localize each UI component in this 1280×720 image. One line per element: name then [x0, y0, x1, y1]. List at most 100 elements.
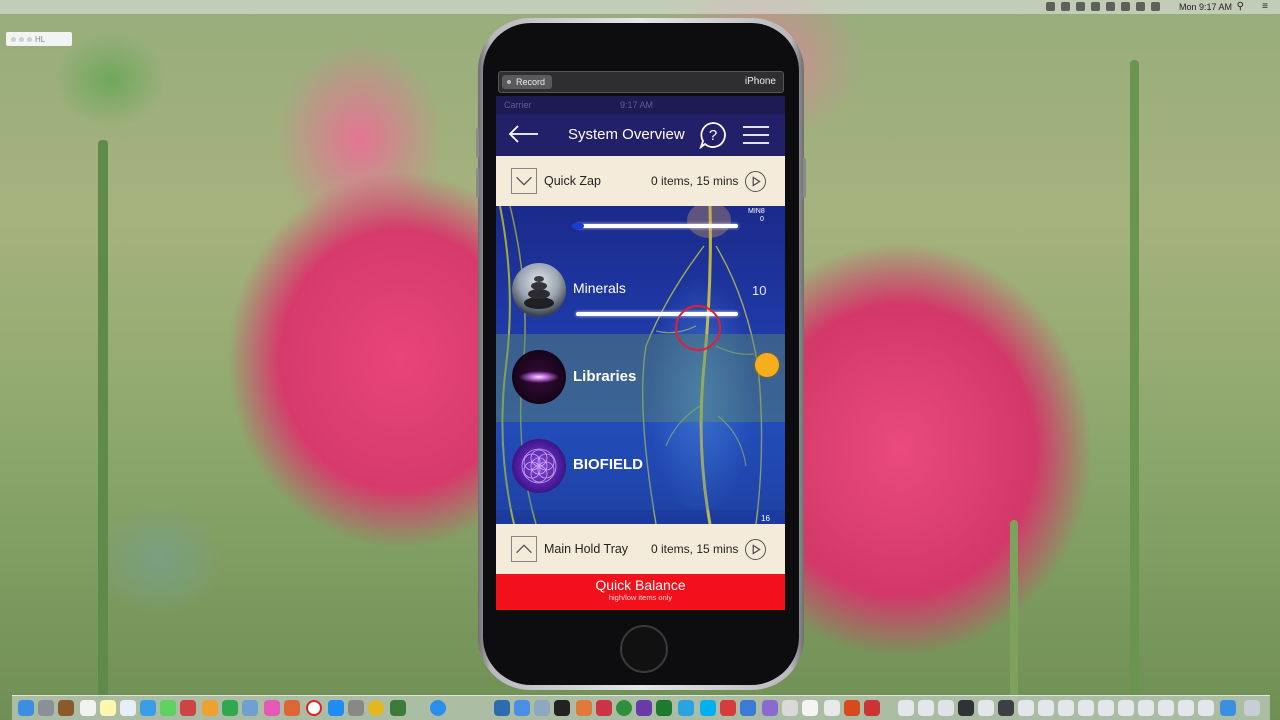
dock-app-icon[interactable] [636, 700, 652, 716]
dock-app-icon[interactable] [824, 700, 840, 716]
skype-icon[interactable] [700, 700, 716, 716]
battery-icon[interactable] [1151, 2, 1160, 11]
preview-icon[interactable] [120, 700, 136, 716]
dock-app-icon[interactable] [514, 700, 530, 716]
desktop-mini-window[interactable]: HL [6, 32, 72, 46]
category-list[interactable]: MIN8 0 Minerals 10 Libraries BIOFIELD 16 [496, 206, 785, 524]
folder-icon[interactable] [1098, 700, 1114, 716]
back-arrow-icon[interactable] [508, 125, 540, 143]
min-value-bottom: 0 [760, 216, 764, 223]
status-icon[interactable] [1061, 2, 1070, 11]
downloads-icon[interactable] [1220, 700, 1236, 716]
play-icon[interactable] [745, 171, 766, 192]
status-icon[interactable] [1106, 2, 1115, 11]
folder-icon[interactable] [1078, 700, 1094, 716]
dock-app-icon[interactable] [576, 700, 592, 716]
photos-icon[interactable] [202, 700, 218, 716]
level-slider-thumb[interactable] [572, 223, 584, 229]
help-icon[interactable]: ? [699, 121, 727, 149]
folder-icon[interactable] [1038, 700, 1054, 716]
window-zoom-icon[interactable] [27, 36, 32, 42]
min-value-top: 8 [760, 208, 765, 215]
dock-app-icon[interactable] [534, 700, 550, 716]
chevron-up-icon[interactable] [511, 536, 537, 562]
folder-icon[interactable] [1158, 700, 1174, 716]
recording-device-label[interactable]: iPhone [745, 76, 776, 87]
dock-app-icon[interactable] [720, 700, 736, 716]
numbers-icon[interactable] [222, 700, 238, 716]
system-preferences-icon[interactable] [348, 700, 364, 716]
volume-icon[interactable] [1136, 2, 1145, 11]
dock-app-icon[interactable] [740, 700, 756, 716]
messages-icon[interactable] [160, 700, 176, 716]
chrome-icon[interactable] [368, 700, 384, 716]
dock-app-icon[interactable] [306, 700, 322, 716]
status-icon[interactable] [1046, 2, 1055, 11]
dock-app-icon[interactable] [58, 700, 74, 716]
menubar-clock[interactable]: Mon 9:17 AM [1179, 2, 1232, 12]
touch-cursor-indicator [675, 305, 721, 351]
folder-icon[interactable] [1198, 700, 1214, 716]
record-button[interactable]: Record [502, 75, 553, 89]
folder-icon[interactable] [1018, 700, 1034, 716]
folder-icon[interactable] [918, 700, 934, 716]
dock-app-icon[interactable] [678, 700, 694, 716]
quick-zap-count: 0 items, 15 mins [651, 174, 739, 188]
level-slider-track[interactable] [576, 224, 738, 228]
dock-app-icon[interactable] [656, 700, 672, 716]
notes-icon[interactable] [100, 700, 116, 716]
list-item-biofield[interactable]: BIOFIELD [496, 422, 785, 510]
quick-zap-tray[interactable]: Quick Zap 0 items, 15 mins [496, 156, 785, 206]
list-item-libraries[interactable]: Libraries [496, 334, 785, 422]
kindle-icon[interactable] [554, 700, 570, 716]
dock-app-icon[interactable] [494, 700, 510, 716]
dock-app-icon[interactable] [782, 700, 798, 716]
finder-icon[interactable] [18, 700, 34, 716]
row-label: Minerals [573, 280, 626, 296]
app-store-icon[interactable] [328, 700, 344, 716]
dock-app-icon[interactable] [390, 700, 406, 716]
notification-center-icon[interactable]: ≡ [1262, 1, 1268, 12]
launchpad-icon[interactable] [38, 700, 54, 716]
folder-icon[interactable] [1118, 700, 1134, 716]
folder-icon[interactable] [1138, 700, 1154, 716]
hamburger-menu-icon[interactable] [742, 125, 770, 145]
status-icon[interactable] [1091, 2, 1100, 11]
folder-icon[interactable] [958, 700, 974, 716]
dock-app-icon[interactable] [616, 700, 632, 716]
dock-app-icon[interactable] [242, 700, 258, 716]
main-hold-tray[interactable]: Main Hold Tray 0 items, 15 mins [496, 524, 785, 574]
dock-app-icon[interactable] [864, 700, 880, 716]
app-screen: Carrier 9:17 AM System Overview ? Quick … [496, 96, 785, 610]
quick-balance-button[interactable]: Quick Balance high/low items only [496, 574, 785, 610]
folder-icon[interactable] [898, 700, 914, 716]
list-item[interactable]: MIN8 0 [496, 206, 785, 246]
folder-icon[interactable] [998, 700, 1014, 716]
list-item-minerals[interactable]: Minerals 10 [496, 246, 785, 334]
dock-app-icon[interactable] [284, 700, 300, 716]
menubar-status-icons[interactable] [1046, 2, 1160, 11]
wifi-icon[interactable] [1121, 2, 1130, 11]
chevron-down-icon[interactable] [511, 168, 537, 194]
folder-icon[interactable] [938, 700, 954, 716]
status-icon[interactable] [1076, 2, 1085, 11]
folder-icon[interactable] [978, 700, 994, 716]
dock-app-icon[interactable] [802, 700, 818, 716]
dock-app-icon[interactable] [596, 700, 612, 716]
sacred-geometry-icon [521, 448, 557, 484]
dock-app-icon[interactable] [844, 700, 860, 716]
window-minimize-icon[interactable] [19, 36, 24, 42]
folder-icon[interactable] [1178, 700, 1194, 716]
calendar-icon[interactable] [80, 700, 96, 716]
window-close-icon[interactable] [11, 36, 16, 42]
dock-app-icon[interactable] [180, 700, 196, 716]
spotlight-icon[interactable]: ⚲ [1237, 1, 1244, 12]
dock-app-icon[interactable] [140, 700, 156, 716]
play-icon[interactable] [745, 539, 766, 560]
trash-icon[interactable] [1244, 700, 1260, 716]
home-button[interactable] [620, 625, 668, 673]
dock-app-icon[interactable] [762, 700, 778, 716]
folder-icon[interactable] [1058, 700, 1074, 716]
safari-icon[interactable] [430, 700, 446, 716]
itunes-icon[interactable] [264, 700, 280, 716]
